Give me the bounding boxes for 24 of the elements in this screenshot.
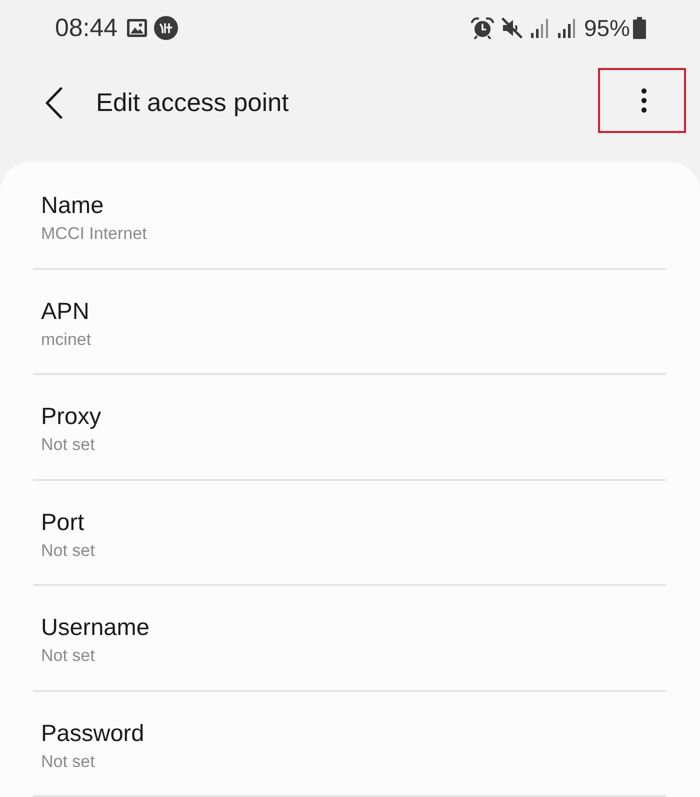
setting-value: mcinet — [41, 330, 92, 350]
app-badge-icon — [154, 16, 178, 40]
back-chevron-icon — [45, 87, 63, 119]
battery-icon — [633, 17, 646, 39]
setting-value: Not set — [41, 646, 95, 666]
alarm-clock-icon — [470, 17, 494, 39]
status-time: 08:44 — [55, 14, 118, 42]
signal-icon — [530, 18, 550, 38]
signal-icon — [556, 18, 577, 38]
setting-value: MCCI Internet — [41, 224, 147, 244]
setting-value: Not set — [41, 752, 95, 772]
battery-percentage: 95% — [584, 15, 630, 41]
setting-label[interactable]: Name — [41, 192, 104, 218]
setting-label[interactable]: Username — [41, 614, 150, 640]
muted-speaker-icon — [500, 17, 523, 39]
gallery-icon — [126, 19, 147, 37]
setting-label[interactable]: Password — [41, 720, 144, 746]
setting-label[interactable]: APN — [41, 298, 90, 324]
setting-value: Not set — [41, 540, 95, 560]
setting-value: Not set — [41, 435, 95, 455]
setting-label[interactable]: Port — [41, 508, 84, 534]
setting-label[interactable]: Proxy — [41, 403, 102, 429]
more-options-icon — [641, 88, 647, 112]
page-title: Edit access point — [96, 88, 289, 118]
